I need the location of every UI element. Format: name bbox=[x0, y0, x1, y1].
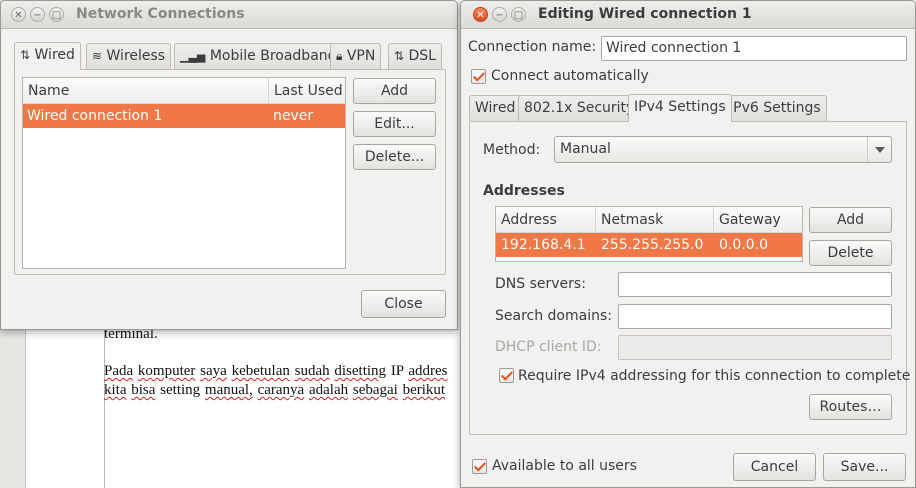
maximize-window-button[interactable]: □ bbox=[511, 7, 526, 22]
tab-wireless[interactable]: ≋ Wireless bbox=[86, 43, 172, 69]
tab-label: Wireless bbox=[106, 48, 166, 64]
document-word: IP bbox=[390, 363, 404, 379]
available-to-all-users-checkbox[interactable] bbox=[472, 459, 487, 474]
document-word: kebetulan bbox=[231, 363, 290, 379]
document-word: kita bbox=[104, 382, 127, 398]
row-last-used: never bbox=[273, 108, 314, 124]
document-word: sudah bbox=[294, 363, 330, 379]
close-window-button[interactable]: ✕ bbox=[473, 7, 488, 22]
dhcp-client-id-label: DHCP client ID: bbox=[495, 339, 602, 355]
tab-wired[interactable]: Wired bbox=[469, 95, 522, 121]
row-address: 192.168.4.1 bbox=[501, 237, 586, 253]
tab-label: Mobile Broadband bbox=[209, 48, 337, 64]
method-label: Method: bbox=[483, 142, 541, 158]
document-word: saya bbox=[200, 363, 227, 379]
row-name: Wired connection 1 bbox=[27, 108, 163, 124]
minimize-window-button[interactable]: − bbox=[492, 7, 507, 22]
method-select[interactable]: Manual bbox=[554, 136, 892, 163]
routes-button[interactable]: Routes… bbox=[809, 394, 892, 420]
connection-list[interactable]: Name Last Used Wired connection 1 never bbox=[22, 77, 346, 269]
document-word: Pada bbox=[104, 363, 134, 379]
row-netmask: 255.255.255.0 bbox=[601, 237, 704, 253]
titlebar: ✕ − □ Network Connections bbox=[1, 1, 457, 29]
column-header-name[interactable]: Name bbox=[23, 78, 269, 104]
close-window-button[interactable]: ✕ bbox=[11, 7, 26, 22]
connection-name-label: Connection name: bbox=[468, 39, 597, 55]
document-word: setting bbox=[160, 382, 201, 398]
addresses-heading: Addresses bbox=[483, 183, 565, 199]
tab-panel: Name Last Used Wired connection 1 never … bbox=[14, 69, 446, 275]
tab-mobile-broadband[interactable]: ▁▃▅ Mobile Broadband bbox=[174, 43, 343, 69]
search-domains-field[interactable] bbox=[618, 304, 892, 329]
column-header-gateway[interactable]: Gateway bbox=[714, 207, 802, 233]
network-connections-window: ✕ − □ Network Connections ⇅ Wired ≋ Wire… bbox=[0, 0, 458, 330]
document-word: sebagai bbox=[352, 382, 398, 398]
tab-dsl[interactable]: ⇅ DSL bbox=[388, 43, 442, 69]
connection-name-field[interactable]: Wired connection 1 bbox=[601, 36, 907, 61]
tab-wired[interactable]: ⇅ Wired bbox=[14, 42, 81, 70]
table-row[interactable]: 192.168.4.1 255.255.255.0 0.0.0.0 bbox=[496, 233, 802, 257]
document-word: berikut bbox=[402, 382, 446, 398]
lock-icon: 🔒︎ bbox=[336, 49, 343, 63]
require-ipv4-label: Require IPv4 addressing for this connect… bbox=[518, 368, 911, 384]
arrows-up-down-icon: ⇅ bbox=[394, 49, 405, 63]
method-value: Manual bbox=[560, 141, 611, 157]
dns-servers-field[interactable] bbox=[618, 272, 892, 297]
arrows-up-down-icon: ⇅ bbox=[20, 48, 31, 62]
document-word: addres bbox=[408, 363, 448, 379]
document-margin-line bbox=[104, 330, 105, 488]
save-button[interactable]: Save... bbox=[823, 453, 906, 481]
document-word: manual, bbox=[204, 382, 253, 398]
signal-bars-icon: ▁▃▅ bbox=[180, 50, 206, 63]
dns-servers-label: DNS servers: bbox=[495, 276, 586, 292]
column-header-netmask[interactable]: Netmask bbox=[596, 207, 714, 233]
window-title: Editing Wired connection 1 bbox=[538, 6, 752, 22]
available-to-all-users-label: Available to all users bbox=[492, 458, 637, 474]
document-word: bisa bbox=[131, 382, 156, 398]
edit-button[interactable]: Edit... bbox=[353, 111, 436, 137]
tab-label: DSL bbox=[408, 48, 436, 64]
tab-vpn[interactable]: 🔒︎ VPN bbox=[330, 43, 382, 69]
column-header-address[interactable]: Address bbox=[496, 207, 596, 233]
table-row[interactable]: Wired connection 1 never bbox=[23, 104, 345, 128]
connect-automatically-checkbox[interactable] bbox=[471, 69, 486, 84]
document-word: komputer bbox=[137, 363, 196, 379]
document-line-2: Pada komputer saya kebetulan sudah diset… bbox=[104, 363, 448, 380]
document-word: disetting bbox=[334, 363, 387, 379]
ipv4-panel: Method: Manual Addresses Address Netmask… bbox=[469, 121, 911, 435]
tab-ipv4-settings[interactable]: IPv4 Settings bbox=[628, 94, 732, 122]
connect-automatically-label: Connect automatically bbox=[491, 68, 649, 84]
wifi-icon: ≋ bbox=[92, 49, 103, 63]
document-word: adalah bbox=[308, 382, 349, 398]
require-ipv4-checkbox[interactable] bbox=[499, 368, 514, 383]
tab-ipv6-settings[interactable]: IPv6 Settings bbox=[723, 95, 827, 121]
document-line-3: kita bisa setting manual, caranya adalah… bbox=[104, 382, 445, 399]
row-gateway: 0.0.0.0 bbox=[719, 237, 768, 253]
add-button[interactable]: Add bbox=[353, 78, 436, 104]
close-button[interactable]: Close bbox=[361, 290, 446, 318]
maximize-window-button[interactable]: □ bbox=[49, 7, 64, 22]
minimize-window-button[interactable]: − bbox=[30, 7, 45, 22]
editing-connection-window: ✕ − □ Editing Wired connection 1 Connect… bbox=[460, 0, 916, 488]
tab-8021x-security[interactable]: 802.1x Security bbox=[518, 95, 641, 121]
tab-label: VPN bbox=[346, 48, 376, 64]
chevron-down-icon bbox=[867, 137, 891, 162]
delete-address-button[interactable]: Delete bbox=[809, 240, 892, 266]
dhcp-client-id-field bbox=[618, 335, 892, 360]
delete-button[interactable]: Delete... bbox=[353, 144, 436, 170]
titlebar: ✕ − □ Editing Wired connection 1 bbox=[461, 1, 915, 29]
tab-label: Wired bbox=[34, 47, 75, 63]
cancel-button[interactable]: Cancel bbox=[733, 453, 816, 481]
window-title: Network Connections bbox=[76, 6, 245, 22]
search-domains-label: Search domains: bbox=[495, 308, 612, 324]
add-address-button[interactable]: Add bbox=[809, 207, 892, 233]
column-header-last-used[interactable]: Last Used bbox=[269, 78, 345, 104]
document-word: caranya bbox=[257, 382, 305, 398]
addresses-table[interactable]: Address Netmask Gateway 192.168.4.1 255.… bbox=[495, 206, 803, 262]
